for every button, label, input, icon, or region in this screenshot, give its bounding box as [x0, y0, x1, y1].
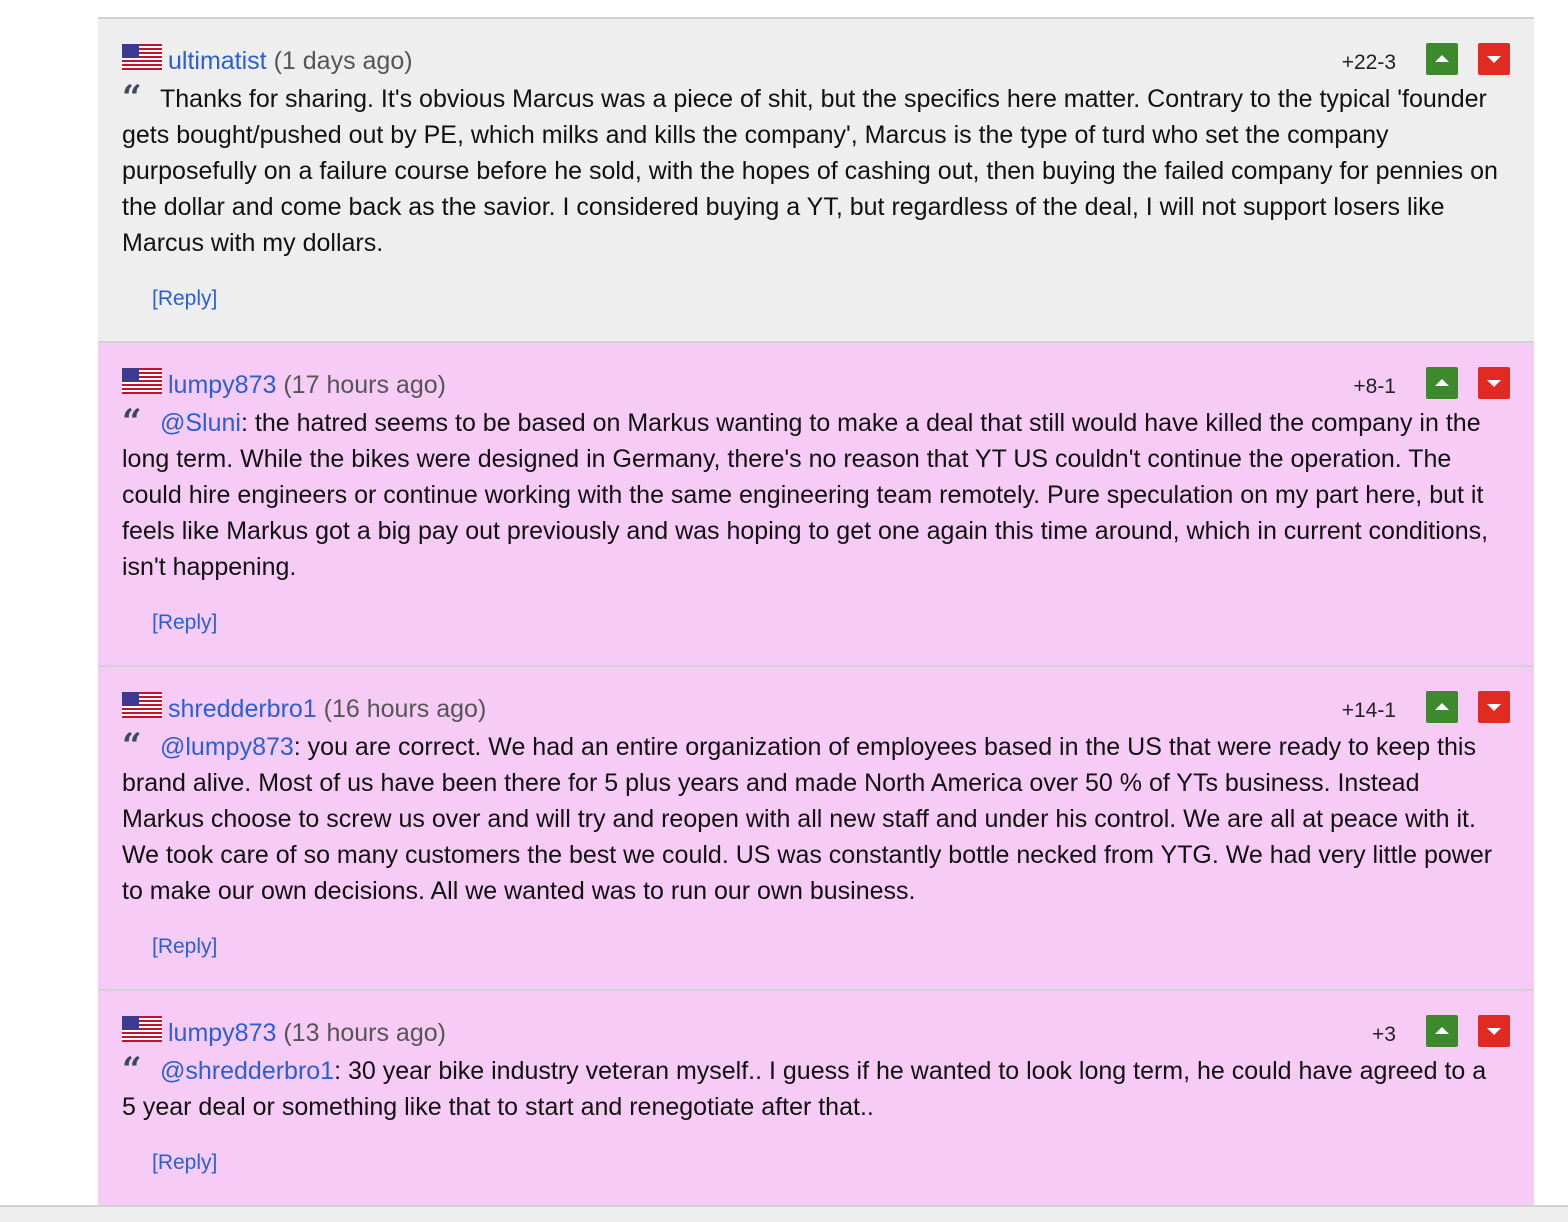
upvote-arrow-icon — [1435, 1027, 1449, 1034]
comment: shredderbro1 (16 hours ago) +14-1 “ @lump… — [98, 665, 1534, 989]
upvote-button[interactable] — [1426, 1015, 1458, 1047]
svg-text:“: “ — [122, 731, 142, 755]
mention-separator: : — [334, 1057, 342, 1085]
downvote-button[interactable] — [1478, 1015, 1510, 1047]
comment-body: “Thanks for sharing. It's obvious Marcus… — [122, 81, 1504, 261]
comment-timestamp: (16 hours ago) — [323, 695, 487, 723]
comment-header: lumpy873 (17 hours ago) +8-1 — [122, 367, 1534, 403]
comment-header: lumpy873 (13 hours ago) +3 — [122, 1015, 1534, 1051]
comment-score: +14-1 — [1341, 699, 1396, 722]
comment-body: “@shredderbro1: 30 year bike industry ve… — [122, 1053, 1504, 1125]
downvote-button[interactable] — [1478, 691, 1510, 723]
upvote-button[interactable] — [1426, 367, 1458, 399]
comment-text: you are correct. We had an entire organi… — [122, 733, 1493, 905]
comment-mention[interactable]: @shredderbro1 — [160, 1057, 334, 1085]
comment-author-link[interactable]: shredderbro1 — [168, 695, 317, 723]
comment-header: shredderbro1 (16 hours ago) +14-1 — [122, 691, 1534, 727]
comment-text: the hatred seems to be based on Markus w… — [122, 409, 1489, 581]
comment-thread: ultimatist (1 days ago) +22-3 “Thanks fo… — [98, 17, 1534, 1205]
comment-score: +22-3 — [1341, 51, 1396, 74]
upvote-arrow-icon — [1435, 703, 1449, 710]
downvote-arrow-icon — [1487, 1028, 1501, 1035]
comment: lumpy873 (17 hours ago) +8-1 “ @Sluni: th… — [98, 341, 1534, 665]
comment-header: ultimatist (1 days ago) +22-3 — [122, 43, 1534, 79]
mention-separator: : — [240, 409, 248, 437]
reply-link[interactable]: [Reply] — [152, 935, 217, 959]
next-comment-edge — [0, 1205, 1568, 1222]
us-flag-icon — [122, 692, 162, 718]
comments-page: ultimatist (1 days ago) +22-3 “Thanks fo… — [0, 0, 1568, 1222]
comment: lumpy873 (13 hours ago) +3 “ @shredderbro… — [98, 989, 1534, 1205]
comment-timestamp: (17 hours ago) — [283, 371, 446, 399]
downvote-button[interactable] — [1478, 43, 1510, 75]
comment-score: +8-1 — [1353, 375, 1396, 398]
comment-author-link[interactable]: ultimatist — [168, 47, 267, 75]
upvote-button[interactable] — [1426, 43, 1458, 75]
comment-body: “ @lumpy873: you are correct. We had an e… — [122, 729, 1504, 909]
upvote-arrow-icon — [1435, 55, 1449, 62]
downvote-arrow-icon — [1487, 56, 1501, 63]
upvote-button[interactable] — [1426, 691, 1458, 723]
us-flag-icon — [122, 1016, 162, 1042]
svg-text:“: “ — [122, 1055, 142, 1079]
upvote-arrow-icon — [1435, 379, 1449, 386]
quote-icon: “ — [122, 407, 142, 431]
quote-icon: “ — [122, 83, 142, 107]
comment-mention[interactable]: @lumpy873 — [160, 733, 294, 761]
mention-separator: : — [293, 733, 301, 761]
comment-mention[interactable]: @Sluni — [160, 409, 241, 437]
reply-link[interactable]: [Reply] — [152, 1151, 217, 1175]
us-flag-icon — [122, 368, 162, 394]
comment-score: +3 — [1372, 1023, 1396, 1046]
comment-timestamp: (13 hours ago) — [283, 1019, 446, 1047]
downvote-arrow-icon — [1487, 704, 1501, 711]
comment: ultimatist (1 days ago) +22-3 “Thanks fo… — [98, 17, 1534, 341]
svg-text:“: “ — [122, 407, 142, 431]
comment-author-link[interactable]: lumpy873 — [168, 371, 276, 399]
quote-icon: “ — [122, 731, 142, 755]
reply-link[interactable]: [Reply] — [152, 611, 217, 635]
reply-link[interactable]: [Reply] — [152, 287, 217, 311]
downvote-button[interactable] — [1478, 367, 1510, 399]
comment-body: “ @Sluni: the hatred seems to be based on… — [122, 405, 1504, 585]
svg-text:“: “ — [122, 83, 142, 107]
comment-author-link[interactable]: lumpy873 — [168, 1019, 276, 1047]
us-flag-icon — [122, 44, 162, 70]
comment-text: Thanks for sharing. It's obvious Marcus … — [122, 85, 1498, 257]
comment-timestamp: (1 days ago) — [273, 47, 413, 75]
downvote-arrow-icon — [1487, 380, 1501, 387]
quote-icon: “ — [122, 1055, 142, 1079]
